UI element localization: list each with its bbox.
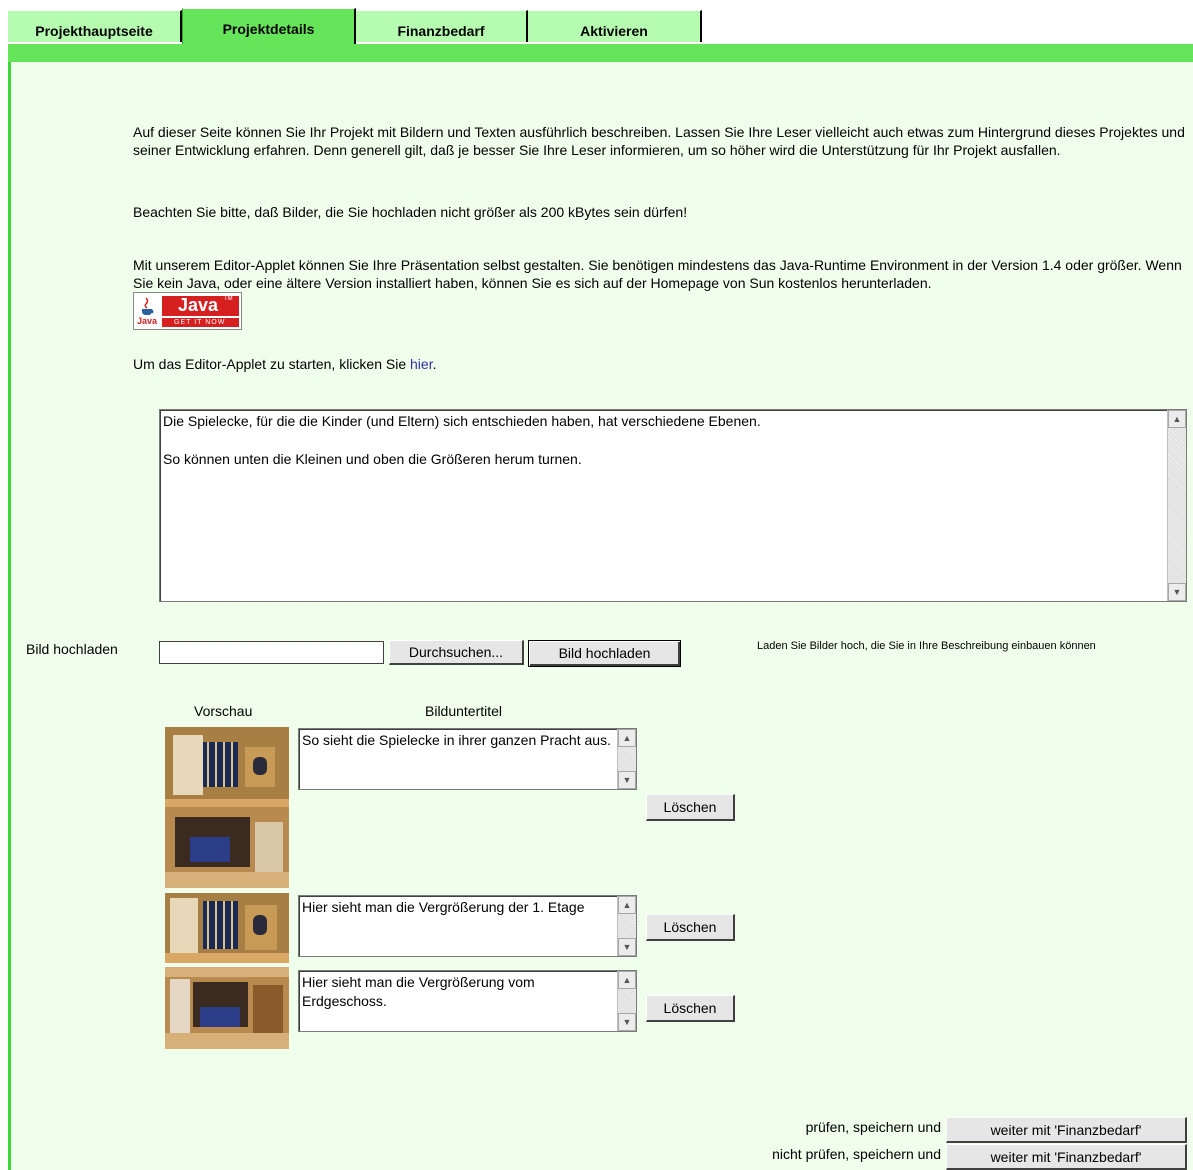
tab-projekthauptseite[interactable]: Projekthauptseite (8, 10, 182, 42)
intro-paragraph: Auf dieser Seite können Sie Ihr Projekt … (133, 124, 1185, 158)
upload-label: Bild hochladen (26, 641, 118, 657)
scroll-up-arrow-icon[interactable]: ▲ (618, 896, 636, 914)
applet-info: Mit unserem Editor-Applet können Sie Ihr… (133, 257, 1182, 291)
tab-underline-bar (8, 44, 1193, 62)
tab-finanzbedarf[interactable]: Finanzbedarf (356, 10, 528, 42)
description-scrollbar[interactable]: ▲ ▼ (1167, 410, 1186, 601)
description-line-2: So können unten die Kleinen und oben die… (163, 451, 582, 467)
scroll-down-arrow-icon[interactable]: ▼ (1168, 583, 1186, 601)
browse-button[interactable]: Durchsuchen... (389, 640, 524, 665)
java-red-panel: Java TM (162, 295, 239, 316)
check-save-label: prüfen, speichern und (805, 1119, 941, 1135)
caption-scrollbar-2[interactable]: ▲ ▼ (617, 896, 636, 956)
tab-projektdetails[interactable]: Projektdetails (182, 8, 356, 44)
scroll-down-arrow-icon[interactable]: ▼ (618, 771, 636, 789)
caption-header: Bilduntertitel (425, 703, 503, 719)
scroll-down-arrow-icon[interactable]: ▼ (618, 1013, 636, 1031)
applet-start-line: Um das Editor-Applet zu starten, klicken… (133, 355, 436, 373)
check-save-continue-button[interactable]: weiter mit 'Finanzbedarf' (946, 1117, 1187, 1143)
applet-start-link[interactable]: hier (410, 356, 433, 372)
java-wordmark: Java (178, 295, 219, 315)
caption-textarea-3[interactable]: Hier sieht man die Vergrößerung vom Erdg… (298, 970, 637, 1032)
description-line-1: Die Spielecke, für die die Kinder (und E… (163, 413, 761, 429)
applet-start-suffix: . (432, 356, 437, 372)
caption-text-3: Hier sieht man die Vergrößerung vom Erdg… (302, 974, 535, 1009)
java-small-label: Java (137, 316, 158, 326)
scroll-up-arrow-icon[interactable]: ▲ (618, 729, 636, 747)
nocheck-save-continue-button[interactable]: weiter mit 'Finanzbedarf' (946, 1144, 1187, 1170)
caption-text-2: Hier sieht man die Vergrößerung der 1. E… (302, 899, 585, 915)
preview-header: Vorschau (194, 703, 253, 719)
preview-image-3 (165, 967, 289, 1049)
caption-scrollbar-1[interactable]: ▲ ▼ (617, 729, 636, 789)
description-textarea[interactable]: Die Spielecke, für die die Kinder (und E… (159, 409, 1187, 602)
preview-image-1 (165, 727, 289, 888)
java-getit-strip: GET IT NOW (162, 318, 239, 327)
nocheck-save-label: nicht prüfen, speichern und (772, 1146, 941, 1162)
size-notice: Beachten Sie bitte, daß Bilder, die Sie … (133, 204, 688, 220)
java-get-it-now-badge[interactable]: Java Java TM GET IT NOW (133, 292, 242, 330)
delete-button-2[interactable]: Löschen (646, 914, 735, 941)
scroll-up-arrow-icon[interactable]: ▲ (1168, 410, 1186, 428)
caption-text-1: So sieht die Spielecke in ihrer ganzen P… (302, 732, 611, 748)
caption-textarea-2[interactable]: Hier sieht man die Vergrößerung der 1. E… (298, 895, 637, 957)
upload-hint: Laden Sie Bilder hoch, die Sie in Ihre B… (757, 640, 1096, 652)
applet-start-text: Um das Editor-Applet zu starten, klicken… (133, 356, 411, 372)
upload-image-button[interactable]: Bild hochladen (528, 640, 681, 667)
java-cup-icon (138, 295, 158, 317)
java-trademark: TM (224, 296, 233, 302)
tab-aktivieren[interactable]: Aktivieren (528, 10, 702, 42)
delete-button-1[interactable]: Löschen (646, 794, 735, 821)
delete-button-3[interactable]: Löschen (646, 995, 735, 1022)
caption-textarea-1[interactable]: So sieht die Spielecke in ihrer ganzen P… (298, 728, 637, 790)
scroll-up-arrow-icon[interactable]: ▲ (618, 971, 636, 989)
file-path-input[interactable] (159, 641, 384, 664)
preview-image-2 (165, 893, 289, 963)
java-getit-text: GET IT NOW (174, 319, 226, 326)
caption-scrollbar-3[interactable]: ▲ ▼ (617, 971, 636, 1031)
scroll-down-arrow-icon[interactable]: ▼ (618, 938, 636, 956)
